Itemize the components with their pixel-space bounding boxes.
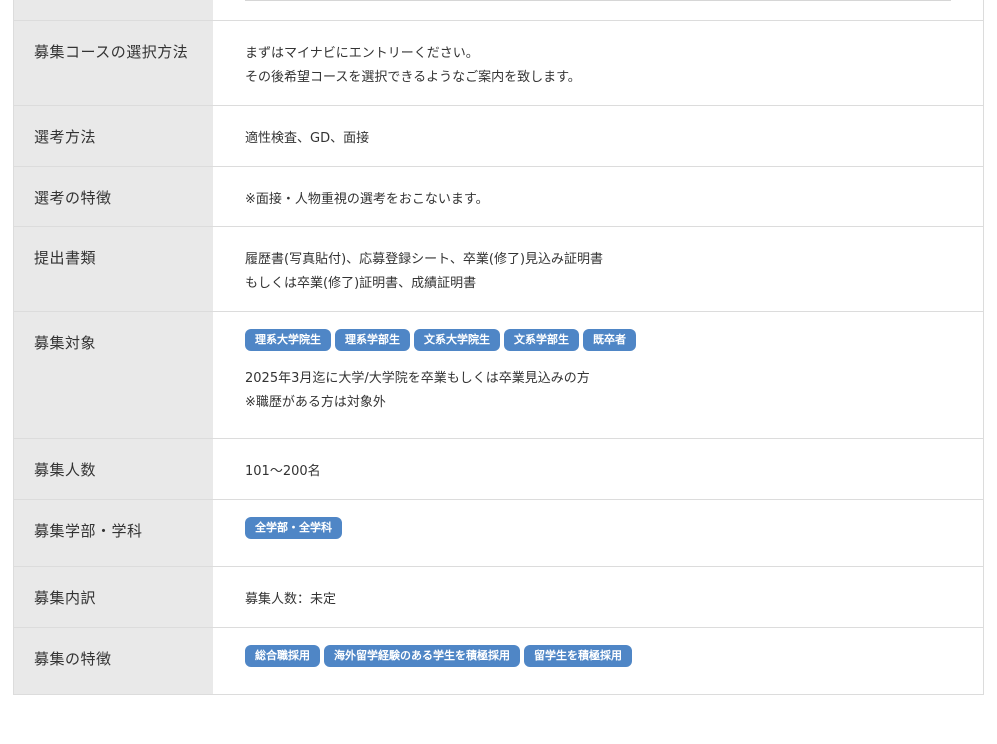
target-notes: 2025年3月迄に大学/大学院を卒業もしくは卒業見込みの方 ※職歴がある方は対象… — [245, 367, 983, 415]
tag-general-hiring[interactable]: 総合職採用 — [245, 645, 320, 667]
row-content-faculties: 全学部・全学科 — [213, 500, 983, 566]
text-line: もしくは卒業(修了)証明書、成績証明書 — [245, 276, 477, 291]
recruitment-info-table: 募集コースの選択方法 まずはマイナビにエントリーください。 その後希望コースを選… — [13, 0, 984, 695]
tag-list: 理系大学院生 理系学部生 文系大学院生 文系学部生 既卒者 — [245, 329, 983, 351]
text-line: ※面接・人物重視の選考をおこないます。 — [245, 192, 489, 207]
table-row-recruitment-features: 募集の特徴 総合職採用 海外留学経験のある学生を積極採用 留学生を積極採用 — [14, 628, 983, 695]
row-content-recruitment-features: 総合職採用 海外留学経験のある学生を積極採用 留学生を積極採用 — [213, 628, 983, 694]
tag-humanities-grad[interactable]: 文系大学院生 — [414, 329, 500, 351]
tag-science-undergrad[interactable]: 理系学部生 — [335, 329, 410, 351]
horizontal-scrollbar[interactable] — [245, 0, 951, 1]
row-header-documents: 提出書類 — [14, 227, 213, 311]
row-content-target: 理系大学院生 理系学部生 文系大学院生 文系学部生 既卒者 2025年3月迄に大… — [213, 312, 983, 438]
table-row-faculties: 募集学部・学科 全学部・全学科 — [14, 500, 983, 567]
row-header-course-selection: 募集コースの選択方法 — [14, 21, 213, 105]
tag-study-abroad[interactable]: 海外留学経験のある学生を積極採用 — [324, 645, 520, 667]
tag-list: 総合職採用 海外留学経験のある学生を積極採用 留学生を積極採用 — [245, 645, 983, 667]
table-row-top-partial — [14, 0, 983, 21]
tag-all-faculties[interactable]: 全学部・全学科 — [245, 517, 342, 539]
table-row-documents: 提出書類 履歴書(写真貼付)、応募登録シート、卒業(修了)見込み証明書 もしくは… — [14, 227, 983, 312]
row-header-selection-features: 選考の特徴 — [14, 167, 213, 226]
table-row-selection-features: 選考の特徴 ※面接・人物重視の選考をおこないます。 — [14, 167, 983, 227]
row-header-recruitment-features: 募集の特徴 — [14, 628, 213, 694]
row-header-target: 募集対象 — [14, 312, 213, 438]
table-row-breakdown: 募集内訳 募集人数：未定 — [14, 567, 983, 628]
text-line: 2025年3月迄に大学/大学院を卒業もしくは卒業見込みの方 — [245, 371, 590, 386]
row-header-faculties: 募集学部・学科 — [14, 500, 213, 566]
table-row-headcount: 募集人数 101～200名 — [14, 439, 983, 500]
tag-list: 全学部・全学科 — [245, 517, 983, 539]
text-line: 履歴書(写真貼付)、応募登録シート、卒業(修了)見込み証明書 — [245, 252, 604, 267]
text-line: まずはマイナビにエントリーください。 — [245, 46, 479, 61]
table-row-target: 募集対象 理系大学院生 理系学部生 文系大学院生 文系学部生 既卒者 2025年… — [14, 312, 983, 439]
table-row-selection-method: 選考方法 適性検査、GD、面接 — [14, 106, 983, 167]
tag-science-grad[interactable]: 理系大学院生 — [245, 329, 331, 351]
row-content-selection-features: ※面接・人物重視の選考をおこないます。 — [213, 167, 983, 226]
table-row-course-selection: 募集コースの選択方法 まずはマイナビにエントリーください。 その後希望コースを選… — [14, 21, 983, 106]
text-line: 101～200名 — [245, 464, 321, 479]
text-line: ※職歴がある方は対象外 — [245, 395, 386, 410]
text-line: その後希望コースを選択できるようなご案内を致します。 — [245, 70, 581, 85]
row-content-selection-method: 適性検査、GD、面接 — [213, 106, 983, 166]
row-content-course-selection: まずはマイナビにエントリーください。 その後希望コースを選択できるようなご案内を… — [213, 21, 983, 105]
row-header-headcount: 募集人数 — [14, 439, 213, 499]
row-header-selection-method: 選考方法 — [14, 106, 213, 166]
row-content-partial — [213, 0, 983, 20]
row-header-breakdown: 募集内訳 — [14, 567, 213, 627]
text-line: 適性検査、GD、面接 — [245, 131, 370, 146]
row-content-documents: 履歴書(写真貼付)、応募登録シート、卒業(修了)見込み証明書 もしくは卒業(修了… — [213, 227, 983, 311]
tag-international-students[interactable]: 留学生を積極採用 — [524, 645, 632, 667]
tag-graduates[interactable]: 既卒者 — [583, 329, 636, 351]
text-line: 募集人数：未定 — [245, 592, 337, 607]
tag-humanities-undergrad[interactable]: 文系学部生 — [504, 329, 579, 351]
row-content-breakdown: 募集人数：未定 — [213, 567, 983, 627]
row-content-headcount: 101～200名 — [213, 439, 983, 499]
row-header-partial — [14, 0, 213, 20]
